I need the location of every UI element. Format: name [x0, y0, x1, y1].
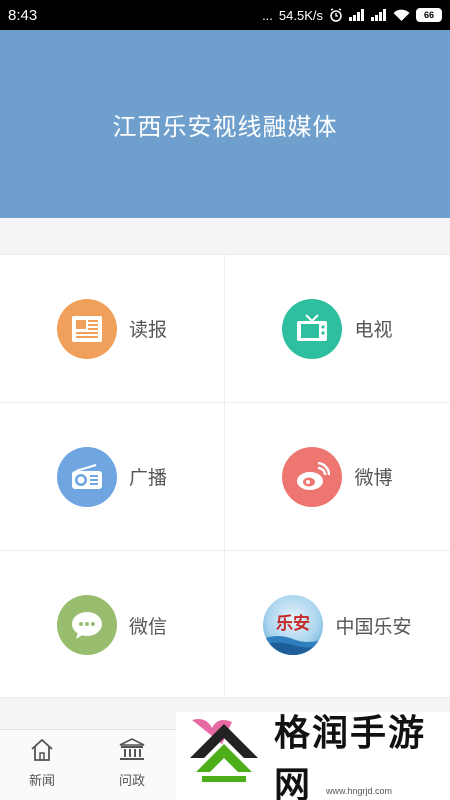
- menu-grid: 读报 电视 广播 微博 微信 乐安 中国乐安: [0, 254, 450, 699]
- grid-item-label: 读报: [128, 319, 167, 341]
- grid-item-tv[interactable]: 电视: [225, 255, 450, 403]
- china-lean-logo-icon: 乐安: [263, 595, 324, 655]
- grid-item-radio[interactable]: 广播: [0, 403, 225, 551]
- wechat-icon: [56, 595, 117, 655]
- ad-logo-icon: [182, 714, 266, 798]
- status-bar: 8:43 ... 54.5K/s 66: [0, 0, 450, 30]
- grid-item-label: 电视: [354, 319, 393, 341]
- grid-item-weibo[interactable]: 微博: [225, 403, 450, 551]
- grid-item-label: 广播: [128, 467, 167, 489]
- grid-item-label: 中国乐安: [335, 615, 412, 638]
- home-icon: [29, 738, 55, 766]
- logo-text: 乐安: [276, 613, 310, 634]
- radio-icon: [56, 446, 117, 507]
- tv-icon: [282, 298, 343, 359]
- grid-item-label: 微博: [354, 467, 393, 489]
- grid-item-wechat[interactable]: 微信: [0, 551, 225, 699]
- nav-label: 问政: [118, 774, 145, 789]
- signal-2-icon: [371, 8, 387, 22]
- nav-label: 新闻: [28, 774, 55, 789]
- page-title: 江西乐安视线融媒体: [112, 112, 338, 141]
- government-icon: [118, 738, 146, 766]
- signal-icon: [349, 8, 365, 22]
- wifi-icon: [393, 8, 410, 22]
- weibo-icon: [282, 446, 343, 507]
- status-right: ... 54.5K/s 66: [262, 8, 442, 23]
- grid-item-china-lean[interactable]: 乐安 中国乐安: [225, 551, 450, 699]
- notification-dots: ...: [262, 7, 273, 23]
- battery-icon: 66: [416, 8, 442, 22]
- ad-overlay[interactable]: 格润手游网 www.hngrjd.com: [176, 712, 450, 800]
- ad-url: www.hngrjd.com: [326, 786, 393, 796]
- nav-item-news[interactable]: 新闻: [12, 738, 72, 789]
- grid-item-read-newspaper[interactable]: 读报: [0, 255, 225, 403]
- grid-item-label: 微信: [128, 615, 167, 638]
- newspaper-icon: [56, 298, 117, 359]
- header-banner: 江西乐安视线融媒体: [0, 30, 450, 218]
- status-time: 8:43: [8, 6, 38, 24]
- network-speed: 54.5K/s: [278, 7, 323, 23]
- alarm-icon: [329, 8, 343, 22]
- nav-item-government[interactable]: 问政: [102, 738, 162, 789]
